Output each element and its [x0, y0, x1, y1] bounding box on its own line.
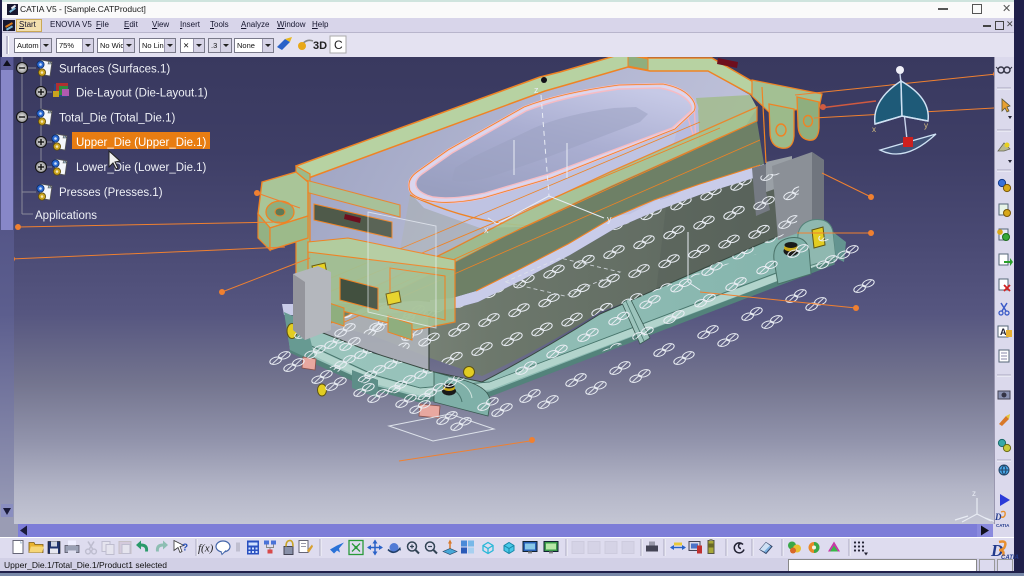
svg-text:?: ? [182, 543, 188, 554]
svg-text:Lower_Die (Lower_Die.1): Lower_Die (Lower_Die.1) [76, 162, 207, 174]
svg-text:x: x [872, 125, 876, 134]
svg-text:y: y [924, 121, 928, 130]
svg-text:z: z [972, 489, 976, 498]
svg-text:Die-Layout (Die-Layout.1): Die-Layout (Die-Layout.1) [76, 88, 208, 100]
svg-text:y: y [607, 214, 612, 224]
svg-text:CATIA: CATIA [996, 523, 1010, 528]
svg-text:A: A [1000, 327, 1007, 337]
svg-text:Upper_Die (Upper_Die.1): Upper_Die (Upper_Die.1) [76, 137, 207, 149]
svg-text:Total_Die (Total_Die.1): Total_Die (Total_Die.1) [59, 113, 176, 125]
svg-text:x: x [484, 225, 489, 235]
svg-text:Presses (Presses.1): Presses (Presses.1) [59, 187, 163, 199]
svg-text:CATIA: CATIA [1001, 555, 1019, 561]
svg-text:Applications: Applications [35, 210, 97, 222]
svg-text:Surfaces (Surfaces.1): Surfaces (Surfaces.1) [59, 64, 170, 76]
svg-text:D: D [994, 512, 1002, 522]
svg-text:f(x): f(x) [198, 543, 214, 555]
svg-text:z: z [534, 85, 539, 95]
